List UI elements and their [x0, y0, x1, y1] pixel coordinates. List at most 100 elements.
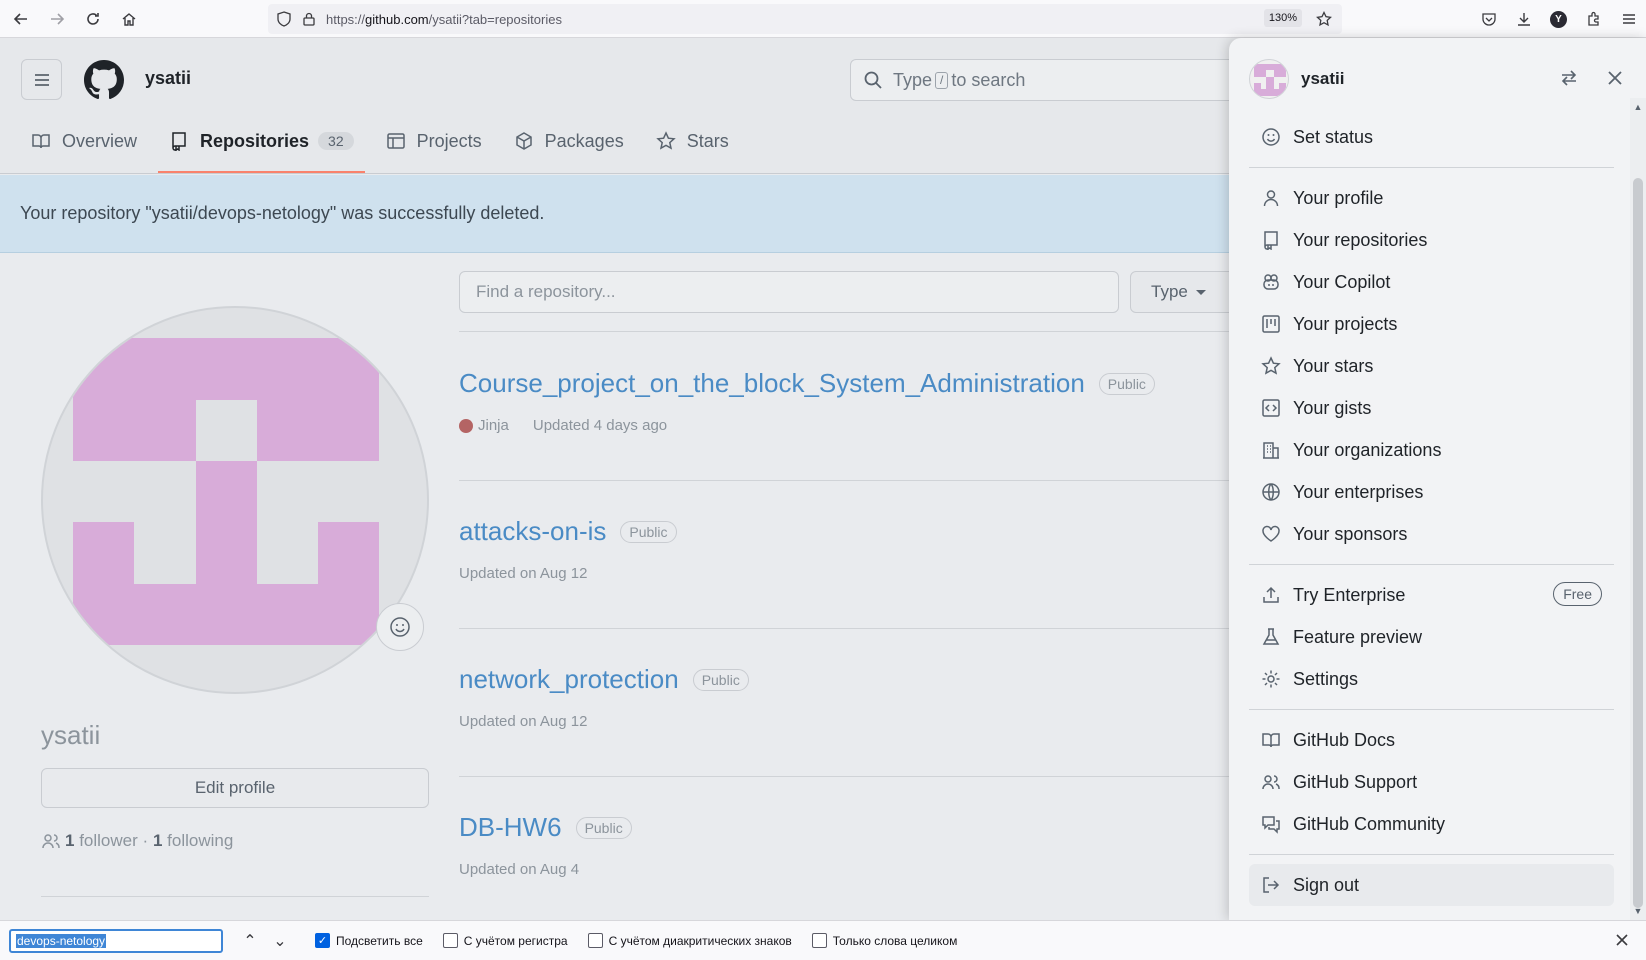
menu-username: ysatii [1301, 69, 1345, 88]
search-icon [864, 71, 882, 89]
divider [1249, 854, 1614, 855]
set-status-smiley-icon[interactable] [376, 603, 424, 651]
zoom-level[interactable]: 130% [1263, 9, 1302, 27]
scrollbar[interactable]: ▲ ▼ [1630, 98, 1646, 920]
tab-projects[interactable]: Projects [375, 120, 493, 162]
close-find-bar-icon[interactable] [1614, 932, 1630, 948]
menu-item-settings[interactable]: Settings [1249, 658, 1614, 700]
find-input[interactable]: devops-netology [9, 928, 223, 953]
extensions-icon[interactable] [1576, 4, 1611, 34]
app-menu-icon[interactable] [1611, 4, 1646, 34]
heart-icon [1262, 525, 1280, 542]
menu-item-your-stars[interactable]: Your stars [1249, 345, 1614, 387]
type-filter-button[interactable]: Type [1130, 271, 1240, 313]
find-repository-input[interactable]: Find a repository... [459, 271, 1119, 313]
menu-item-your-repositories[interactable]: Your repositories [1249, 219, 1614, 261]
tab-overview[interactable]: Overview [20, 120, 148, 162]
menu-item-your-gists[interactable]: Your gists [1249, 387, 1614, 429]
repo-link[interactable]: DB-HW6 [459, 812, 562, 843]
lock-icon[interactable] [302, 12, 316, 26]
repo-icon [172, 132, 186, 151]
upload-icon [1263, 586, 1279, 603]
menu-avatar[interactable] [1249, 59, 1289, 99]
tab-stars[interactable]: Stars [645, 120, 740, 162]
scroll-up-icon[interactable]: ▲ [1633, 102, 1643, 112]
menu-item-your-organizations[interactable]: Your organizations [1249, 429, 1614, 471]
checkbox-label: Только слова целиком [832, 933, 958, 948]
pocket-icon[interactable] [1471, 4, 1506, 34]
menu-item-label: Your repositories [1293, 229, 1428, 250]
free-badge: Free [1553, 582, 1602, 606]
reload-icon[interactable] [78, 4, 108, 34]
identicon-image [73, 338, 379, 645]
close-icon[interactable] [1606, 69, 1624, 87]
menu-item-label: GitHub Support [1293, 771, 1418, 792]
menu-item-github-docs[interactable]: GitHub Docs [1249, 719, 1614, 761]
people-icon [1262, 775, 1280, 790]
search-input[interactable]: Type / to search [850, 59, 1270, 101]
menu-item-your-profile[interactable]: Your profile [1249, 177, 1614, 219]
profile-name: ysatii [41, 720, 101, 750]
tab-packages[interactable]: Packages [503, 120, 635, 162]
menu-item-github-community[interactable]: GitHub Community [1249, 803, 1614, 845]
tab-label: Overview [62, 130, 138, 151]
repo-language: Jinja [478, 417, 509, 434]
project-icon [1262, 315, 1280, 333]
back-icon[interactable] [6, 4, 36, 34]
url-bar[interactable]: https://github.com/ysatii?tab=repositori… [268, 4, 1342, 34]
menu-item-label: Your organizations [1293, 439, 1442, 460]
highlight-all-checkbox[interactable]: ✓ Подсветить все [315, 933, 423, 948]
menu-item-label: Your sponsors [1293, 523, 1408, 544]
following-label[interactable]: following [167, 831, 233, 851]
tab-repositories[interactable]: Repositories 32 [158, 120, 365, 173]
avatar[interactable] [41, 306, 429, 694]
menu-item-your-copilot[interactable]: Your Copilot [1249, 261, 1614, 303]
caret-down-icon [1195, 289, 1206, 295]
bookmark-star-icon[interactable] [1316, 11, 1332, 27]
repo-link[interactable]: network_protection [459, 664, 679, 695]
find-bar: devops-netology ⌃ ⌄ ✓ Подсветить все С уч… [0, 920, 1646, 960]
menu-item-your-projects[interactable]: Your projects [1249, 303, 1614, 345]
github-logo-icon[interactable] [84, 60, 124, 100]
checkbox-label: Подсветить все [336, 933, 423, 948]
header-username[interactable]: ysatii [145, 68, 191, 89]
repo-count-badge: 32 [318, 132, 354, 150]
menu-item-label: Try Enterprise [1293, 584, 1406, 605]
people-icon [42, 834, 60, 849]
repo-link[interactable]: attacks-on-is [459, 516, 606, 547]
tab-label: Repositories [200, 130, 310, 151]
followers-count[interactable]: 1 [65, 831, 74, 851]
followers-label[interactable]: follower [79, 831, 138, 851]
menu-item-your-sponsors[interactable]: Your sponsors [1249, 513, 1614, 555]
whole-words-checkbox[interactable]: Только слова целиком [811, 933, 958, 948]
menu-item-your-enterprises[interactable]: Your enterprises [1249, 471, 1614, 513]
scrollbar-thumb[interactable] [1633, 178, 1643, 908]
edit-profile-button[interactable]: Edit profile [41, 768, 429, 808]
menu-item-set-status[interactable]: Set status [1249, 116, 1614, 158]
menu-item-try-enterprise[interactable]: Try Enterprise Free [1249, 574, 1614, 616]
shield-icon[interactable] [276, 11, 292, 27]
account-icon[interactable]: Y [1541, 4, 1576, 34]
repo-link[interactable]: Course_project_on_the_block_System_Admin… [459, 368, 1085, 399]
menu-item-github-support[interactable]: GitHub Support [1249, 761, 1614, 803]
forward-icon[interactable] [42, 4, 72, 34]
comment-discussion-icon [1262, 816, 1280, 834]
home-icon[interactable] [114, 4, 144, 34]
menu-item-sign-out[interactable]: Sign out [1249, 864, 1614, 906]
match-case-checkbox[interactable]: С учётом регистра [442, 933, 568, 948]
download-icon[interactable] [1506, 4, 1541, 34]
switch-account-icon[interactable] [1559, 68, 1579, 88]
divider [459, 480, 1259, 481]
following-count[interactable]: 1 [153, 831, 162, 851]
match-diacritics-checkbox[interactable]: С учётом диакритических знаков [587, 933, 792, 948]
hamburger-menu-icon[interactable] [21, 59, 62, 100]
find-next-icon[interactable]: ⌄ [265, 928, 295, 954]
user-menu-panel: ysatii Set status Your profile Your repo… [1229, 38, 1646, 920]
code-square-icon [1262, 399, 1280, 417]
scroll-down-icon[interactable]: ▼ [1633, 906, 1643, 916]
smiley-icon [1262, 128, 1280, 146]
star-icon [1261, 356, 1281, 375]
visibility-badge: Public [620, 520, 677, 543]
find-previous-icon[interactable]: ⌃ [235, 928, 265, 954]
menu-item-feature-preview[interactable]: Feature preview [1249, 616, 1614, 658]
